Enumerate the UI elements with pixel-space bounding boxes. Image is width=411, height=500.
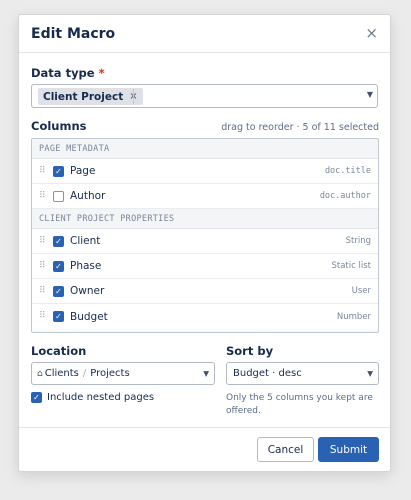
home-icon: ⌂ [37, 368, 43, 379]
column-meta: doc.author [319, 191, 371, 201]
column-row-owner[interactable]: ⠿ ✓ Owner User [32, 279, 378, 304]
location-label: Location [31, 344, 87, 358]
column-checkbox-budget[interactable]: ✓ [53, 311, 64, 322]
close-icon[interactable]: × [365, 26, 378, 41]
dialog-footer: Cancel Submit [19, 427, 390, 471]
sort-help-text: Only the 5 columns you kept are offered. [226, 393, 373, 416]
column-row-author[interactable]: ⠿ Author doc.author [32, 184, 378, 209]
column-row-phase[interactable]: ⠿ ✓ Phase Static list [32, 254, 378, 279]
sort-by-value: Budget · desc [233, 368, 302, 379]
column-label: Owner [70, 285, 105, 297]
column-checkbox-phase[interactable]: ✓ [53, 260, 64, 272]
data-type-select[interactable]: Client Project × ▼ [31, 84, 378, 108]
column-label: Client [70, 235, 101, 247]
chevron-down-icon[interactable]: ▼ [367, 369, 373, 378]
drag-handle-icon[interactable]: ⠿ [39, 166, 47, 176]
column-label: Page [70, 165, 96, 177]
dialog-header: Edit Macro × [19, 15, 390, 53]
drag-handle-icon[interactable]: ⠿ [39, 191, 47, 201]
drag-handle-icon[interactable]: ⠿ [39, 236, 47, 246]
column-meta: doc.title [324, 166, 371, 176]
dialog-title: Edit Macro [31, 25, 116, 42]
columns-list: PAGE METADATA ⠿ ✓ Page doc.title ⠿ Autho… [31, 138, 379, 333]
column-checkbox-owner[interactable]: ✓ [53, 285, 64, 297]
column-meta: User [351, 286, 371, 296]
columns-header: Columns drag to reorder · 5 of 11 select… [31, 119, 379, 133]
required-mark: * [98, 66, 105, 80]
data-type-label-text: Data type [31, 66, 95, 80]
column-meta: String [345, 236, 371, 246]
column-meta: Number [336, 311, 371, 322]
column-label: Author [70, 190, 106, 202]
column-row-budget[interactable]: ⠿ ✓ Budget Number [32, 304, 378, 329]
drag-handle-icon[interactable]: ⠿ [39, 286, 47, 296]
chevron-down-icon[interactable]: ▼ [367, 90, 373, 99]
include-nested-checkbox[interactable]: ✓ [31, 392, 42, 403]
location-crumb-clients: Clients [44, 368, 79, 379]
edit-macro-dialog: Edit Macro × Data type * Client Project … [18, 14, 391, 472]
column-row-page[interactable]: ⠿ ✓ Page doc.title [32, 159, 378, 184]
column-row-client[interactable]: ⠿ ✓ Client String [32, 229, 378, 254]
column-checkbox-author[interactable] [53, 190, 64, 202]
group-heading-page-metadata: PAGE METADATA [32, 139, 378, 159]
column-label: Budget [70, 310, 108, 323]
chevron-down-icon[interactable]: ▼ [203, 369, 209, 378]
drag-handle-icon[interactable]: ⠿ [39, 261, 47, 271]
location-separator: / [82, 368, 87, 379]
cancel-button[interactable]: Cancel [257, 437, 314, 462]
location-crumb-projects: Projects [90, 368, 130, 379]
include-nested-label[interactable]: Include nested pages [47, 392, 154, 403]
chip-label: Client Project [43, 90, 124, 103]
columns-label: Columns [31, 119, 87, 133]
select-divider [133, 89, 134, 104]
location-picker[interactable]: ⌂ Clients / Projects ▼ [31, 362, 215, 385]
data-type-chip: Client Project × [38, 88, 143, 105]
data-type-label: Data type * [31, 66, 105, 80]
submit-button[interactable]: Submit [318, 437, 379, 462]
sort-by-label: Sort by [226, 344, 274, 358]
include-nested-option[interactable]: ✓ Include nested pages [31, 392, 154, 403]
columns-hint: drag to reorder · 5 of 11 selected [221, 122, 379, 133]
sort-by-select[interactable]: Budget · desc ▼ [226, 362, 379, 385]
column-meta: Static list [331, 261, 372, 271]
column-label: Phase [70, 260, 102, 272]
column-checkbox-page[interactable]: ✓ [53, 165, 64, 177]
column-checkbox-client[interactable]: ✓ [53, 235, 64, 247]
group-heading-client-project-properties: CLIENT PROJECT PROPERTIES [32, 209, 378, 229]
drag-handle-icon[interactable]: ⠿ [39, 312, 47, 321]
